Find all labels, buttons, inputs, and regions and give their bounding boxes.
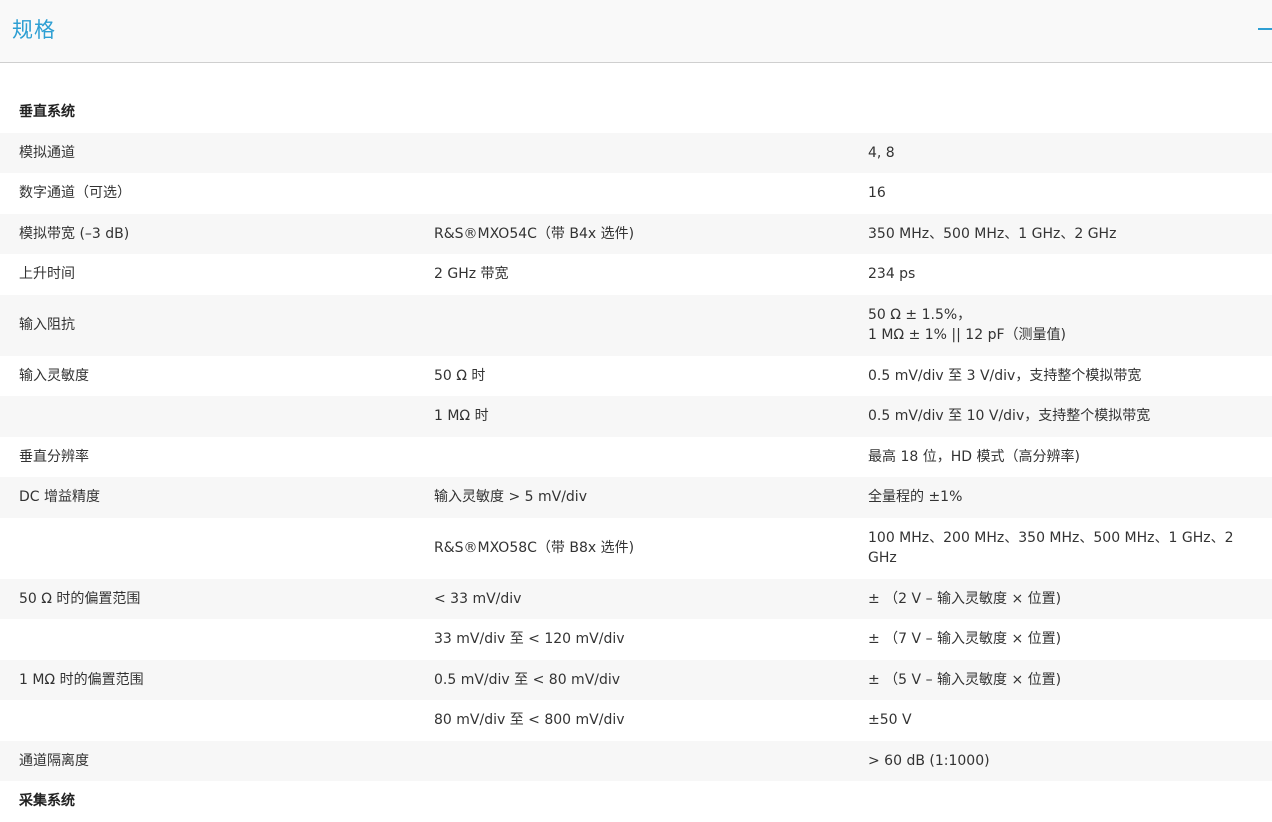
param-name: 垂直分辨率 bbox=[19, 448, 89, 465]
param-condition: 33 mV/div 至 < 120 mV/div bbox=[434, 631, 625, 648]
param-name: 模拟通道 bbox=[19, 144, 75, 161]
param-value: ± （7 V – 输入灵敏度 × 位置) bbox=[868, 631, 1062, 648]
table-row: 模拟带宽 (–3 dB) R&S®MXO54C（带 B4x 选件) 350 MH… bbox=[0, 213, 1272, 254]
param-name bbox=[19, 700, 419, 741]
param-value: 50 Ω ± 1.5%， 1 MΩ ± 1% || 12 pF（测量值) bbox=[868, 295, 1253, 356]
param-value: ± （5 V – 输入灵敏度 × 位置) bbox=[868, 671, 1062, 688]
param-condition: 0.5 mV/div 至 < 80 mV/div bbox=[434, 671, 621, 688]
param-condition bbox=[434, 295, 854, 356]
param-condition: R&S®MXO58C（带 B8x 选件) bbox=[434, 540, 635, 556]
table-row: 1 MΩ 时的偏置范围 0.5 mV/div 至 < 80 mV/div ± （… bbox=[0, 659, 1272, 700]
param-name: 输入灵敏度 bbox=[19, 367, 89, 384]
param-name: 输入阻抗 bbox=[19, 317, 75, 333]
param-value: 16 bbox=[868, 185, 886, 202]
table-row: DC 增益精度 输入灵敏度 > 5 mV/div 全量程的 ±1% bbox=[0, 477, 1272, 518]
param-condition bbox=[434, 133, 854, 174]
section-title: 规格 bbox=[12, 18, 56, 42]
spec-table: 垂直系统 模拟通道 4, 8 数字通道（可选） 16 模拟带宽 (–3 dB) … bbox=[0, 92, 1272, 822]
param-name: 模拟带宽 (–3 dB) bbox=[19, 225, 130, 242]
param-name: 50 Ω 时的偏置范围 bbox=[19, 590, 141, 607]
table-row: 50 Ω 时的偏置范围 < 33 mV/div ± （2 V – 输入灵敏度 ×… bbox=[0, 578, 1272, 619]
spec-header[interactable]: 规格 bbox=[0, 0, 1272, 63]
table-row: 输入灵敏度 50 Ω 时 0.5 mV/div 至 3 V/div，支持整个模拟… bbox=[0, 356, 1272, 397]
table-row: 垂直分辨率 最高 18 位，HD 模式（高分辨率) bbox=[0, 437, 1272, 478]
table-row: 通道隔离度 > 60 dB (1:1000) bbox=[0, 740, 1272, 782]
param-value: ± （2 V – 输入灵敏度 × 位置) bbox=[868, 590, 1062, 607]
param-value-line: 1 MΩ ± 1% || 12 pF（测量值) bbox=[868, 327, 1066, 343]
table-row: 1 MΩ 时 0.5 mV/div 至 10 V/div，支持整个模拟带宽 bbox=[0, 396, 1272, 437]
table-row: 模拟通道 4, 8 bbox=[0, 132, 1272, 174]
param-value-line: GHz bbox=[868, 550, 897, 566]
collapse-icon[interactable] bbox=[1258, 28, 1272, 30]
param-name bbox=[19, 619, 419, 660]
param-value: 全量程的 ±1% bbox=[868, 489, 963, 506]
param-condition: R&S®MXO54C（带 B4x 选件) bbox=[434, 225, 635, 242]
param-value-line: 100 MHz、200 MHz、350 MHz、500 MHz、1 GHz、2 bbox=[868, 530, 1234, 546]
param-name: 通道隔离度 bbox=[19, 752, 89, 769]
param-condition: 1 MΩ 时 bbox=[434, 408, 489, 425]
table-row: 上升时间 2 GHz 带宽 234 ps bbox=[0, 254, 1272, 295]
param-condition: 输入灵敏度 > 5 mV/div bbox=[434, 489, 587, 506]
param-condition: < 33 mV/div bbox=[434, 590, 522, 607]
param-value: 0.5 mV/div 至 3 V/div，支持整个模拟带宽 bbox=[868, 367, 1142, 384]
param-name: 数字通道（可选） bbox=[19, 185, 131, 202]
param-condition bbox=[434, 741, 854, 782]
param-condition bbox=[434, 437, 854, 478]
section-label: 垂直系统 bbox=[19, 104, 75, 121]
param-name: 1 MΩ 时的偏置范围 bbox=[19, 671, 144, 688]
table-row: 数字通道（可选） 16 bbox=[0, 173, 1272, 214]
section-heading: 垂直系统 bbox=[0, 92, 1272, 133]
param-value: 350 MHz、500 MHz、1 GHz、2 GHz bbox=[868, 225, 1117, 242]
section-heading: 采集系统 bbox=[0, 781, 1272, 822]
param-condition: 50 Ω 时 bbox=[434, 367, 486, 384]
table-row: 输入阻抗 50 Ω ± 1.5%， 1 MΩ ± 1% || 12 pF（测量值… bbox=[0, 294, 1272, 356]
param-condition bbox=[434, 173, 854, 214]
param-value: ±50 V bbox=[868, 712, 912, 729]
param-value: 234 ps bbox=[868, 266, 916, 283]
param-value: 100 MHz、200 MHz、350 MHz、500 MHz、1 GHz、2 … bbox=[868, 518, 1253, 579]
param-value: 4, 8 bbox=[868, 144, 895, 161]
param-name: 上升时间 bbox=[19, 266, 75, 283]
param-value: > 60 dB (1:1000) bbox=[868, 752, 990, 769]
param-name bbox=[19, 396, 419, 437]
table-row: R&S®MXO58C（带 B8x 选件) 100 MHz、200 MHz、350… bbox=[0, 518, 1272, 579]
param-name: DC 增益精度 bbox=[19, 489, 101, 506]
param-condition: 80 mV/div 至 < 800 mV/div bbox=[434, 712, 625, 729]
param-value: 最高 18 位，HD 模式（高分辨率) bbox=[868, 448, 1080, 465]
section-label: 采集系统 bbox=[19, 793, 75, 810]
param-name bbox=[19, 518, 419, 579]
param-condition: 2 GHz 带宽 bbox=[434, 266, 509, 283]
param-value-line: 50 Ω ± 1.5%， bbox=[868, 307, 972, 323]
table-row: 80 mV/div 至 < 800 mV/div ±50 V bbox=[0, 700, 1272, 741]
param-value: 0.5 mV/div 至 10 V/div，支持整个模拟带宽 bbox=[868, 408, 1151, 425]
table-row: 33 mV/div 至 < 120 mV/div ± （7 V – 输入灵敏度 … bbox=[0, 619, 1272, 660]
